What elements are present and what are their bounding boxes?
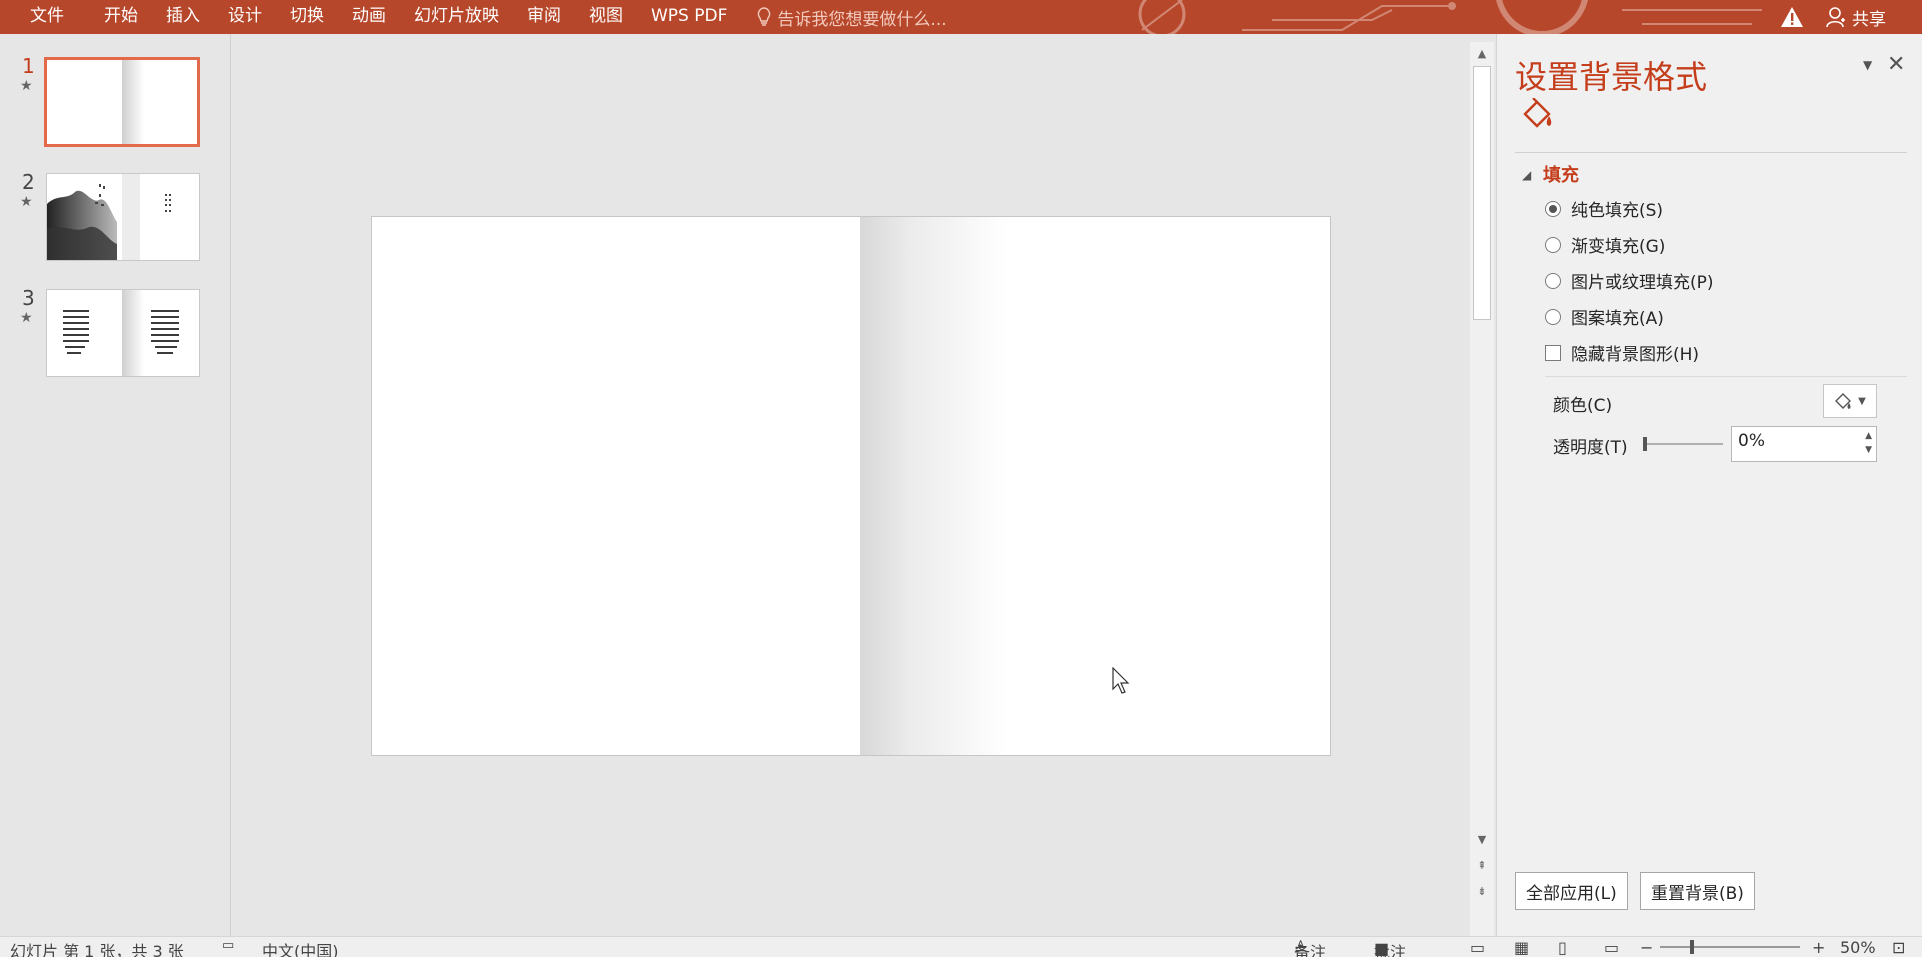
tab-home[interactable]: 开始 bbox=[90, 0, 152, 34]
tell-me-placeholder: 告诉我您想要做什么... bbox=[777, 9, 947, 30]
thumbnail-preview[interactable] bbox=[46, 173, 200, 261]
section-collapse-icon[interactable]: ◢ bbox=[1522, 168, 1531, 182]
tab-view[interactable]: 视图 bbox=[575, 0, 637, 34]
zoom-slider-handle[interactable] bbox=[1690, 940, 1694, 954]
reset-background-button[interactable]: 重置背景(B) bbox=[1640, 872, 1755, 910]
person-icon bbox=[1826, 7, 1845, 28]
scroll-down-icon[interactable]: ▼ bbox=[1470, 828, 1494, 850]
page-fold-shadow bbox=[860, 217, 1008, 755]
tab-design[interactable]: 设计 bbox=[214, 0, 276, 34]
slideshow-view-icon[interactable]: ▭ bbox=[1604, 938, 1619, 957]
tab-insert[interactable]: 插入 bbox=[152, 0, 214, 34]
normal-view-icon[interactable]: ▭ bbox=[1470, 938, 1485, 957]
text-columns-image bbox=[63, 310, 179, 354]
fill-section-title[interactable]: 填充 bbox=[1543, 161, 1579, 187]
transparency-slider[interactable] bbox=[1643, 437, 1723, 451]
slide-sorter-icon[interactable]: ▦ bbox=[1514, 938, 1529, 957]
thumbnail-number: 1 bbox=[22, 54, 35, 78]
slider-handle[interactable] bbox=[1643, 437, 1647, 451]
spell-check-icon[interactable]: ▭ bbox=[222, 938, 234, 953]
slide-count: 幻灯片 第 1 张，共 3 张 bbox=[10, 942, 184, 957]
slide-editing-area[interactable] bbox=[231, 34, 1469, 936]
chevron-down-icon: ▼ bbox=[1858, 395, 1866, 407]
transparency-input[interactable]: 0% ▲ ▼ bbox=[1731, 426, 1877, 462]
share-button[interactable]: 共享 bbox=[1826, 0, 1886, 34]
zoom-out-icon[interactable]: − bbox=[1640, 938, 1653, 957]
thumbnail-slide-1[interactable]: 1 ★ bbox=[0, 54, 230, 147]
ribbon-tabs: 文件 开始 插入 设计 切换 动画 幻灯片放映 审阅 视图 WPS PDF 告诉… bbox=[0, 0, 947, 34]
pane-divider bbox=[1515, 152, 1907, 153]
status-bar: 幻灯片 第 1 张，共 3 张 ▭ 中文(中国) ≜ 备注 ■ 批注 ▭ ▦ ▯… bbox=[0, 936, 1922, 957]
transparency-value: 0% bbox=[1738, 431, 1765, 451]
page-fold bbox=[122, 60, 144, 144]
animation-star-icon: ★ bbox=[20, 194, 33, 210]
scroll-up-icon[interactable]: ▲ bbox=[1470, 42, 1494, 64]
current-slide[interactable] bbox=[371, 216, 1331, 756]
option-label: 纯色填充(S) bbox=[1571, 201, 1664, 221]
hide-background-graphics-option[interactable]: 隐藏背景图形(H) bbox=[1545, 340, 1699, 365]
notes-label: 备注 bbox=[1294, 943, 1327, 957]
close-icon[interactable]: ✕ bbox=[1887, 52, 1905, 77]
zoom-level[interactable]: 50% bbox=[1840, 938, 1876, 957]
option-label: 图片或纹理填充(P) bbox=[1571, 273, 1714, 293]
thumbnail-number: 3 bbox=[22, 286, 35, 310]
next-slide-icon[interactable]: ⇟ bbox=[1470, 880, 1494, 902]
picture-texture-fill-option[interactable]: 图片或纹理填充(P) bbox=[1545, 268, 1714, 293]
gradient-fill-option[interactable]: 渐变填充(G) bbox=[1545, 232, 1665, 257]
thumbnail-slide-3[interactable]: 3 ★ bbox=[0, 286, 230, 378]
tab-file[interactable]: 文件 bbox=[0, 0, 90, 34]
pane-title: 设置背景格式 bbox=[1515, 58, 1708, 96]
thumbnail-slide-2[interactable]: 2 ★ bbox=[0, 170, 230, 262]
share-label: 共享 bbox=[1852, 9, 1886, 30]
language-indicator[interactable]: 中文(中国) bbox=[262, 938, 339, 957]
slide-thumbnail-pane: 1 ★ 2 ★ 3 ★ bbox=[0, 34, 231, 936]
animation-star-icon: ★ bbox=[20, 78, 33, 94]
radio-button[interactable] bbox=[1545, 236, 1561, 253]
ribbon-decoration bbox=[1138, 0, 1762, 34]
color-label: 颜色(C) bbox=[1553, 396, 1613, 416]
color-picker-button[interactable]: ▼ bbox=[1823, 384, 1877, 418]
thumbnail-number: 2 bbox=[22, 170, 35, 194]
animation-star-icon: ★ bbox=[20, 310, 33, 326]
scroll-thumb[interactable] bbox=[1473, 66, 1491, 320]
warning-icon[interactable] bbox=[1780, 6, 1804, 28]
tab-animations[interactable]: 动画 bbox=[338, 0, 400, 34]
ink-landscape-image bbox=[47, 174, 171, 260]
zoom-in-icon[interactable]: + bbox=[1812, 938, 1825, 957]
tab-slideshow[interactable]: 幻灯片放映 bbox=[400, 0, 513, 34]
paint-bucket-icon bbox=[1835, 393, 1852, 409]
option-label: 渐变填充(G) bbox=[1571, 237, 1666, 257]
tab-wps-pdf[interactable]: WPS PDF bbox=[637, 0, 741, 34]
reading-view-icon[interactable]: ▯ bbox=[1558, 938, 1567, 957]
radio-button[interactable] bbox=[1545, 272, 1561, 289]
options-divider bbox=[1545, 376, 1907, 377]
option-label: 图案填充(A) bbox=[1571, 309, 1664, 329]
solid-fill-option[interactable]: 纯色填充(S) bbox=[1545, 196, 1663, 221]
radio-button[interactable] bbox=[1545, 200, 1561, 217]
zoom-slider[interactable] bbox=[1660, 946, 1800, 948]
checkbox[interactable] bbox=[1545, 344, 1561, 361]
pane-options-icon[interactable]: ▼ bbox=[1863, 58, 1872, 72]
paint-bucket-icon[interactable] bbox=[1521, 98, 1555, 132]
apply-to-all-button[interactable]: 全部应用(L) bbox=[1515, 872, 1628, 910]
option-label: 隐藏背景图形(H) bbox=[1571, 345, 1700, 365]
mouse-pointer-icon bbox=[1112, 667, 1130, 694]
radio-button[interactable] bbox=[1545, 308, 1561, 325]
pattern-fill-option[interactable]: 图案填充(A) bbox=[1545, 304, 1664, 329]
vertical-scrollbar[interactable]: ▲ ▼ ⇞ ⇟ bbox=[1470, 42, 1494, 936]
tab-review[interactable]: 审阅 bbox=[513, 0, 575, 34]
tab-transitions[interactable]: 切换 bbox=[276, 0, 338, 34]
previous-slide-icon[interactable]: ⇞ bbox=[1470, 854, 1494, 876]
ribbon-bar: 文件 开始 插入 设计 切换 动画 幻灯片放映 审阅 视图 WPS PDF 告诉… bbox=[0, 0, 1922, 34]
lightbulb-icon bbox=[758, 7, 771, 26]
format-background-pane: 设置背景格式 ▼ ✕ ◢ 填充 纯色填充(S) 渐变填充(G) 图片或纹理填充(… bbox=[1496, 34, 1922, 936]
tell-me-box[interactable]: 告诉我您想要做什么... bbox=[757, 0, 947, 34]
comments-label: 批注 bbox=[1374, 943, 1407, 957]
transparency-label: 透明度(T) bbox=[1553, 438, 1628, 458]
thumbnail-preview[interactable] bbox=[44, 57, 200, 147]
thumbnail-preview[interactable] bbox=[46, 289, 200, 377]
fit-to-window-icon[interactable]: ⊡ bbox=[1892, 938, 1905, 957]
spinner-icon[interactable]: ▲ ▼ bbox=[1865, 429, 1872, 457]
